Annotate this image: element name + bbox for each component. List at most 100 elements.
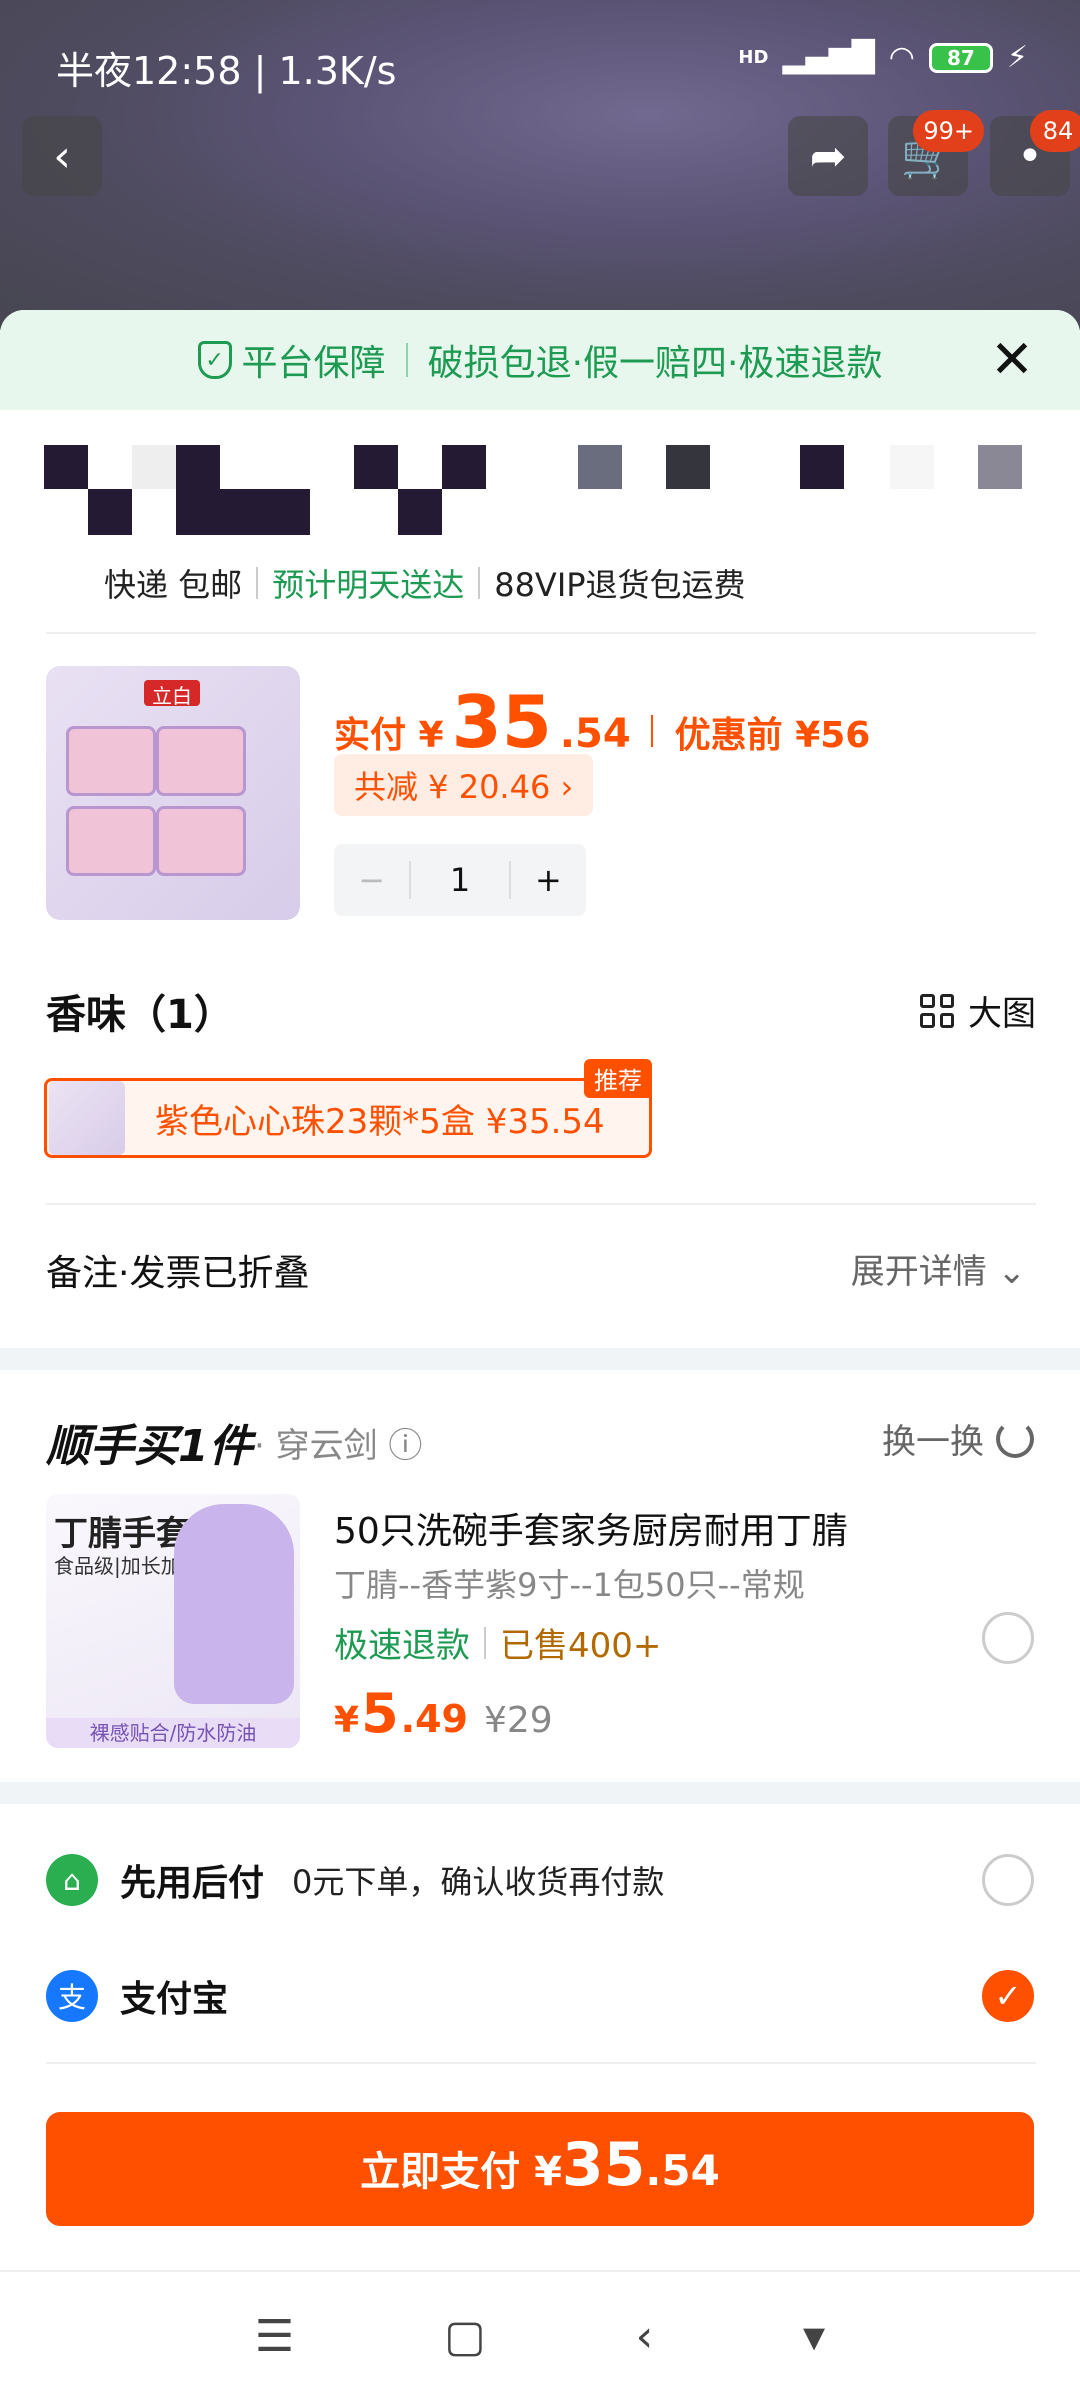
addon-product-name[interactable]: 50只洗碗手套家务厨房耐用丁腈 [334,1502,848,1554]
section-divider [46,2062,1036,2064]
shipping-info: 快递 包邮 预计明天送达 88VIP退货包运费 [104,560,746,606]
signal-bars-icon: ▂▄▆█ [782,40,875,75]
section-gap [0,1782,1080,1804]
big-view-button[interactable]: 大图 [920,986,1036,1035]
addon-price-integer: 5 [361,1682,399,1745]
price-decimal: .54 [559,711,631,757]
message-badge: 84 [1030,110,1080,152]
home-icon[interactable]: ▢ [444,2311,486,2362]
addon-subtitle[interactable]: · 穿云剑 ⓘ [254,1418,422,1467]
addon-product-spec: 丁腈--香芋紫9寸--1包50只--常规 [334,1566,805,1604]
shipping-eta: 预计明天送达 [272,566,465,604]
scent-option-label: 紫色心心珠23颗*5盒 ¥35.54 [155,1101,605,1142]
glove-img-footer: 裸感贴合/防水防油 [46,1718,300,1748]
qty-plus-button[interactable]: + [511,861,586,899]
refresh-icon [996,1419,1034,1458]
big-view-label: 大图 [968,994,1036,1034]
grid-icon [920,993,954,1028]
order-sheet: ✓ 平台保障 破损包退·假一赔四·极速退款 ✕ 快递 包邮 预计明天送达 88V… [0,310,1080,2400]
addon-product-image[interactable]: 丁腈手套 食品级|加长加厚 裸感贴合/防水防油 [46,1494,300,1748]
glove-illustration [174,1504,294,1704]
addon-title: 顺手买1件 [46,1421,253,1472]
section-gap [0,1348,1080,1370]
scent-title: 香味（1） [46,992,234,1038]
status-time: 半夜12:58 | 1.3K/s [56,49,397,93]
check-icon: ✓ [994,1977,1022,2015]
pay-button-label: 立即支付 ¥ [360,2149,562,2195]
swap-button[interactable]: 换一换 [882,1414,1034,1463]
guarantee-text: ✓ 平台保障 破损包退·假一赔四·极速退款 [197,334,883,386]
close-button[interactable]: ✕ [984,330,1040,390]
shipping-method: 快递 包邮 [104,566,243,604]
section-divider [46,632,1036,634]
swap-label: 换一换 [882,1422,984,1462]
discount-detail-tag[interactable]: 共减 ¥ 20.46 › [334,754,594,816]
price-before-discount: 优惠前 ¥56 [674,715,871,756]
system-nav-bar: ☰ ▢ ‹ ▾ [0,2270,1080,2400]
assistant-icon[interactable]: ▾ [803,2311,825,2362]
price-label: 实付 ¥ [334,715,444,756]
divider [484,1626,486,1659]
pay-button-integer: 35 [561,2130,646,2200]
pay-now-button[interactable]: 立即支付 ¥ 35 .54 [46,2112,1034,2226]
status-bar: 半夜12:58 | 1.3K/s HD ▂▄▆█ ◠ 87 ⚡ [0,30,1080,94]
addon-price: ¥ 5 .49 ¥29 [334,1682,553,1745]
product-box [156,806,246,876]
vip-return: 88VIP退货包运费 [494,566,746,604]
pay-later-option[interactable]: ⌂ 先用后付 0元下单，确认收货再付款 [46,1854,664,1906]
divider [478,567,481,599]
signal-icon: HD [738,47,769,68]
product-image[interactable]: 立白 [46,666,300,920]
shield-icon: ✓ [197,341,232,379]
battery-icon: 87 [928,42,993,73]
guarantee-items: 破损包退·假一赔四·极速退款 [427,343,883,384]
fast-refund-tag: 极速退款 [334,1626,470,1666]
price-integer: 35 [451,680,552,764]
remark-label[interactable]: 备注·发票已折叠 [46,1244,309,1296]
sold-count-tag: 已售400+ [500,1626,662,1666]
pay-later-radio[interactable] [982,1854,1034,1906]
scent-option[interactable]: 紫色心心珠23颗*5盒 ¥35.54 推荐 [44,1059,652,1158]
brand-logo: 立白 [144,680,200,708]
wifi-icon: ◠ [888,40,915,75]
menu-icon[interactable]: ☰ [255,2311,294,2362]
close-icon: ✕ [990,330,1034,390]
pay-later-icon: ⌂ [46,1854,98,1906]
alipay-icon: 支 [46,1970,98,2022]
recommend-badge: 推荐 [584,1059,652,1098]
pay-later-desc: 0元下单，确认收货再付款 [292,1863,665,1901]
share-icon: ➦ [809,130,847,182]
guarantee-label: 平台保障 [241,343,386,384]
status-icons: HD ▂▄▆█ ◠ 87 ⚡ [738,40,1028,75]
share-button[interactable]: ➦ [788,116,868,196]
product-box [66,806,156,876]
price-row: 实付 ¥ 35 .54 优惠前 ¥56 [334,680,870,764]
cart-button[interactable]: 🛒 99+ [888,110,984,196]
message-button[interactable]: • 84 [990,110,1080,196]
chevron-left-icon: ‹ [53,130,71,182]
guarantee-bar: ✓ 平台保障 破损包退·假一赔四·极速退款 ✕ [0,310,1080,410]
pay-button-decimal: .54 [645,2146,720,2195]
alipay-option[interactable]: 支 支付宝 [46,1970,228,2022]
alipay-name: 支付宝 [120,1979,229,2020]
addon-tags: 极速退款 已售400+ [334,1618,661,1667]
cart-badge: 99+ [913,110,984,152]
addon-select-radio[interactable] [982,1612,1034,1664]
divider [650,715,653,747]
guarantee-divider [405,343,408,377]
addon-price-symbol: ¥ [334,1700,360,1741]
back-button[interactable]: ‹ [22,116,102,196]
back-icon[interactable]: ‹ [636,2311,654,2362]
divider [256,567,259,599]
alipay-radio-checked[interactable]: ✓ [982,1970,1034,2022]
glove-img-title: 丁腈手套 [54,1514,190,1554]
qty-value[interactable]: 1 [409,861,511,899]
expand-details-button[interactable]: 展开详情 ⌄ [851,1244,1026,1293]
qty-minus-button[interactable]: − [334,861,409,899]
pay-later-name: 先用后付 [120,1863,265,1904]
product-box [66,726,156,796]
address-mosaic[interactable] [44,445,1034,535]
addon-price-decimal: .49 [400,1697,468,1741]
section-divider [46,1203,1036,1205]
charging-icon: ⚡ [1006,40,1028,75]
